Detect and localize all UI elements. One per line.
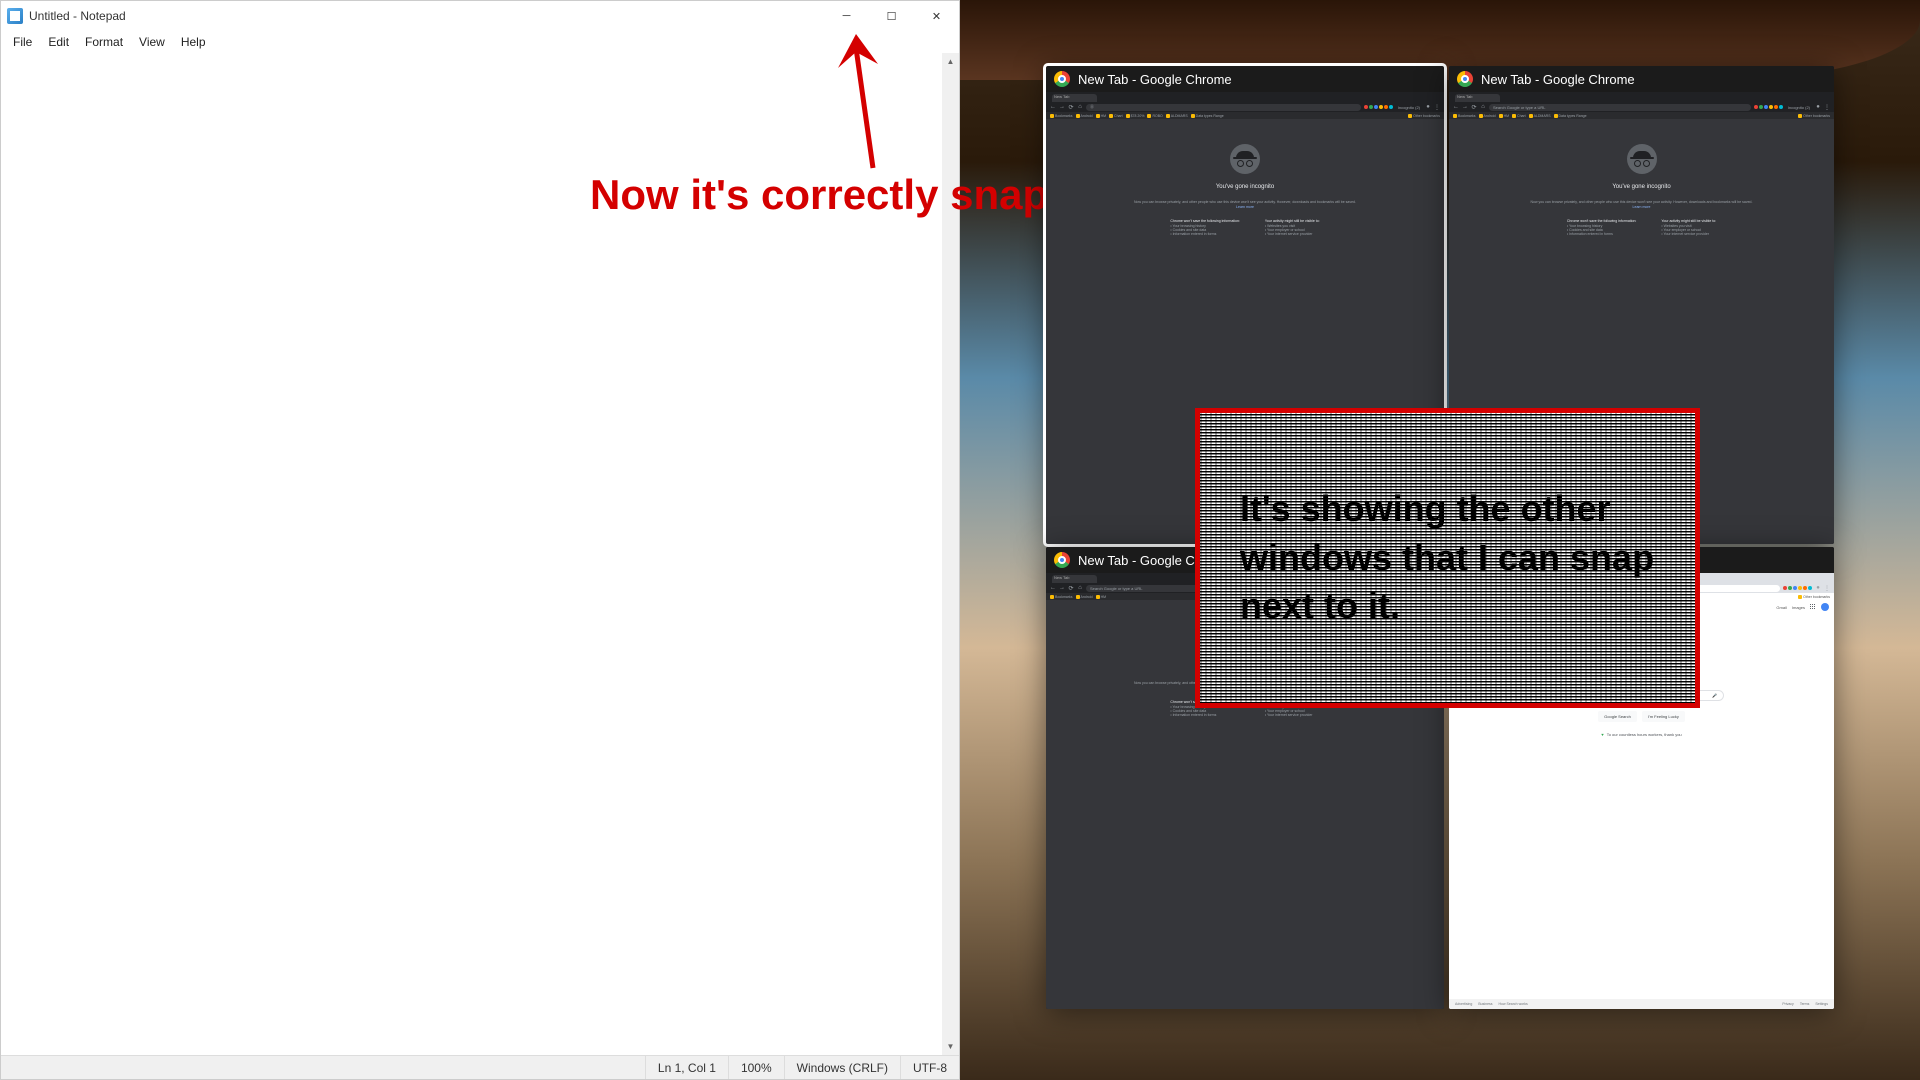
bookmark-item: ROBO: [1147, 114, 1162, 118]
images-link: Images: [1792, 605, 1805, 610]
annotation-arrow-icon: [818, 30, 928, 170]
bookmarks-bar: Bookmarks Android HM Chart $78 20% ROBO …: [1046, 112, 1444, 119]
thumbnail-title: New Tab - Google Chrome: [1481, 72, 1635, 87]
notepad-title: Untitled - Notepad: [29, 9, 824, 23]
status-zoom: 100%: [728, 1056, 784, 1079]
home-icon: ⌂: [1077, 104, 1083, 110]
heart-icon: ♥: [1601, 732, 1603, 737]
other-bookmarks: Other bookmarks: [1408, 114, 1440, 118]
feeling-lucky-button: I'm Feeling Lucky: [1642, 711, 1685, 722]
close-button[interactable]: ✕: [914, 1, 959, 31]
incognito-badge: Incognito (2): [1786, 105, 1812, 110]
menu-icon: ⋮: [1824, 104, 1830, 110]
bookmark-item: $78 20%: [1126, 114, 1145, 118]
annotation-overlay-box: It's showing the other windows that I ca…: [1195, 408, 1700, 708]
minimize-button[interactable]: ─: [824, 1, 869, 31]
chrome-icon: [1054, 71, 1070, 87]
reload-icon: ⟳: [1068, 585, 1074, 591]
status-caret-pos: Ln 1, Col 1: [645, 1056, 728, 1079]
forward-icon: →: [1059, 104, 1065, 110]
menu-help[interactable]: Help: [174, 33, 213, 51]
extension-icons: [1783, 586, 1812, 590]
extension-icons: [1754, 105, 1783, 109]
profile-icon: ●: [1425, 104, 1431, 110]
gmail-link: Gmail: [1776, 605, 1786, 610]
notepad-statusbar: Ln 1, Col 1 100% Windows (CRLF) UTF-8: [1, 1055, 959, 1079]
chrome-tab: New Tab: [1052, 94, 1097, 102]
scroll-up-icon[interactable]: ▲: [942, 53, 959, 70]
home-icon: ⌂: [1077, 585, 1083, 591]
extension-icons: [1364, 105, 1393, 109]
forward-icon: →: [1462, 104, 1468, 110]
bookmark-item: Android: [1076, 114, 1093, 118]
status-encoding: UTF-8: [900, 1056, 959, 1079]
google-promo: ♥To our countless hours workers, thank y…: [1601, 732, 1681, 737]
chrome-tab: New Tab: [1455, 94, 1500, 102]
status-line-ending: Windows (CRLF): [784, 1056, 900, 1079]
scroll-down-icon[interactable]: ▼: [942, 1038, 959, 1055]
profile-icon: ●: [1815, 104, 1821, 110]
maximize-button[interactable]: ☐: [869, 1, 914, 31]
menu-format[interactable]: Format: [78, 33, 130, 51]
chrome-icon: [1457, 71, 1473, 87]
google-avatar-icon: [1821, 603, 1829, 611]
bookmark-item: ALDMARS: [1166, 114, 1188, 118]
bookmarks-bar: Bookmarks Android HM Chart ALDMARS Data …: [1449, 112, 1834, 119]
chrome-tab: New Tab: [1052, 575, 1097, 583]
reload-icon: ⟳: [1471, 104, 1477, 110]
bookmark-item: Data types Range: [1191, 114, 1224, 118]
notepad-titlebar[interactable]: Untitled - Notepad ─ ☐ ✕: [1, 1, 959, 31]
menu-icon: ⋮: [1434, 104, 1440, 110]
annotation-overlay-text: It's showing the other windows that I ca…: [1240, 485, 1655, 631]
bookmark-item: Bookmarks: [1050, 114, 1073, 118]
omnibox: Search Google or type a URL: [1489, 104, 1751, 111]
thumbnail-titlebar: New Tab - Google Chrome: [1449, 66, 1834, 92]
incognito-badge: Incognito (2): [1396, 105, 1422, 110]
menu-icon: ⋮: [1824, 585, 1830, 591]
google-footer: AdvertisingBusinessHow Search works Priv…: [1449, 999, 1834, 1009]
notepad-app-icon: [7, 8, 23, 24]
menu-view[interactable]: View: [132, 33, 172, 51]
profile-icon: ●: [1815, 585, 1821, 591]
chrome-icon: [1054, 552, 1070, 568]
incognito-icon: [1230, 144, 1260, 174]
bookmark-item: Chart: [1109, 114, 1123, 118]
omnibox: ⓪: [1086, 104, 1361, 111]
thumbnail-title: New Tab - Google Chrome: [1078, 72, 1232, 87]
back-icon: ←: [1050, 104, 1056, 110]
forward-icon: →: [1059, 585, 1065, 591]
google-apps-icon: [1810, 604, 1816, 610]
notepad-window: Untitled - Notepad ─ ☐ ✕ File Edit Forma…: [0, 0, 960, 1080]
home-icon: ⌂: [1480, 104, 1486, 110]
notepad-menubar: File Edit Format View Help: [1, 31, 959, 53]
back-icon: ←: [1050, 585, 1056, 591]
thumbnail-titlebar: New Tab - Google Chrome: [1046, 66, 1444, 92]
google-search-button: Google Search: [1598, 711, 1637, 722]
incognito-desc: Now you can browse privately, and other …: [1130, 200, 1360, 211]
mic-icon: 🎤: [1712, 693, 1717, 698]
menu-file[interactable]: File: [6, 33, 39, 51]
menu-edit[interactable]: Edit: [41, 33, 76, 51]
bookmark-item: HM: [1096, 114, 1106, 118]
incognito-icon: [1627, 144, 1657, 174]
incognito-heading: You've gone incognito: [1216, 184, 1274, 190]
reload-icon: ⟳: [1068, 104, 1074, 110]
back-icon: ←: [1453, 104, 1459, 110]
